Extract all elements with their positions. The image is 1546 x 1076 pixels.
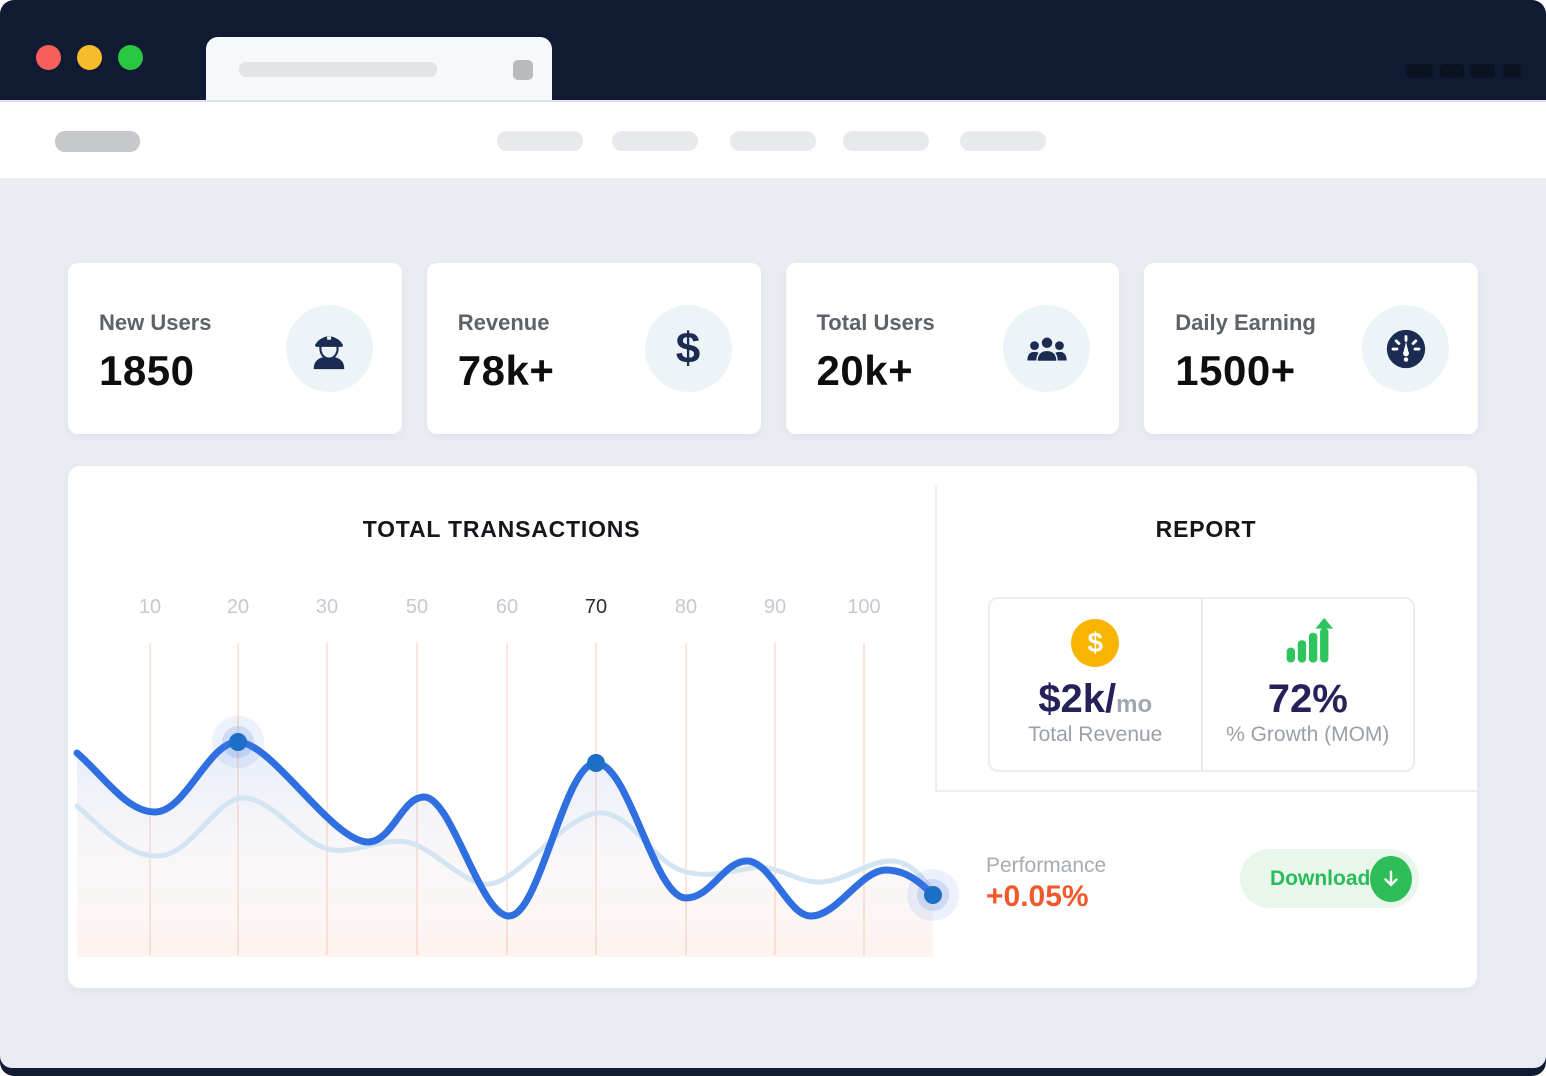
nav-item-placeholder[interactable] [730,131,816,151]
stat-label: Daily Earning [1175,310,1316,335]
stat-card-total-users: Total Users 20k+ [785,263,1120,434]
analytics-panel: TOTAL TRANSACTIONS 10 20 30 50 60 70 80 … [68,466,1477,988]
chart-title: TOTAL TRANSACTIONS [362,516,641,542]
chart-point [229,733,247,751]
maximize-window-button[interactable] [118,45,143,70]
coin-icon: $ [1069,617,1121,669]
browser-window: New Users 1850 Revenue 78k+ $ Total User… [0,0,1546,1076]
stats-row: New Users 1850 Revenue 78k+ $ Total User… [68,263,1478,434]
officer-icon [285,305,373,392]
header-menu-placeholder [1470,64,1495,78]
nav-item-placeholder[interactable] [960,131,1046,151]
growth-label: % Growth (MOM) [1226,723,1390,746]
stat-value: 78k+ [457,347,555,394]
stat-value: 1850 [99,347,195,394]
stat-label: New Users [99,310,212,335]
dollar-icon: $ [644,305,732,392]
nav-item-placeholder[interactable] [843,131,929,151]
tab-title-placeholder [239,62,437,77]
browser-tab[interactable] [206,37,552,100]
dashboard-content: New Users 1850 Revenue 78k+ $ Total User… [0,178,1546,1068]
report-horizontal-divider [935,790,1477,792]
header-menu-placeholder [1440,64,1464,78]
report-growth-block: 72% % Growth (MOM) [1203,599,1414,770]
growth-value: 72% [1267,677,1348,721]
download-arrow-icon[interactable] [1370,855,1412,902]
nav-item-placeholder[interactable] [497,131,583,151]
tab-close-placeholder [513,60,533,80]
users-icon [1003,305,1091,392]
browser-toolbar [0,100,1546,178]
nav-item-placeholder[interactable] [612,131,698,151]
chart-area-fill [77,742,933,957]
stat-value: 1500+ [1175,347,1296,394]
gauge-icon [1362,305,1449,392]
minimize-window-button[interactable] [77,45,102,70]
close-window-button[interactable] [36,45,61,70]
growth-bars-icon [1282,617,1334,669]
coin-dollar-glyph: $ [1087,627,1104,658]
chart-point [587,754,605,772]
download-button-label: Download [1270,866,1371,890]
revenue-value: $2k/mo [1038,677,1153,721]
transactions-line-chart [73,643,959,957]
revenue-unit: mo [1116,691,1153,718]
stat-card-new-users: New Users 1850 [68,263,402,434]
stat-value: 20k+ [816,347,914,394]
report-revenue-block: $ $2k/mo Total Revenue [990,599,1203,770]
revenue-label: Total Revenue [1028,723,1163,746]
header-menu-placeholder [1503,64,1521,78]
window-titlebar [0,0,1546,100]
report-title: REPORT [1155,516,1257,542]
stat-label: Revenue [457,310,550,335]
dollar-glyph: $ [675,323,701,373]
report-summary-box: $ $2k/mo Total Revenue 72% % Growth (MOM… [988,597,1415,772]
performance-label: Performance [986,854,1107,877]
stat-label: Total Users [816,310,935,335]
download-button[interactable]: Download [1240,849,1419,908]
stat-card-daily-earning: Daily Earning 1500+ [1144,263,1478,434]
header-menu-placeholder [1406,64,1433,78]
chart-point [924,886,942,904]
nav-logo-placeholder[interactable] [55,131,140,152]
stat-card-revenue: Revenue 78k+ $ [426,263,761,434]
performance-value: +0.05% [986,880,1089,913]
